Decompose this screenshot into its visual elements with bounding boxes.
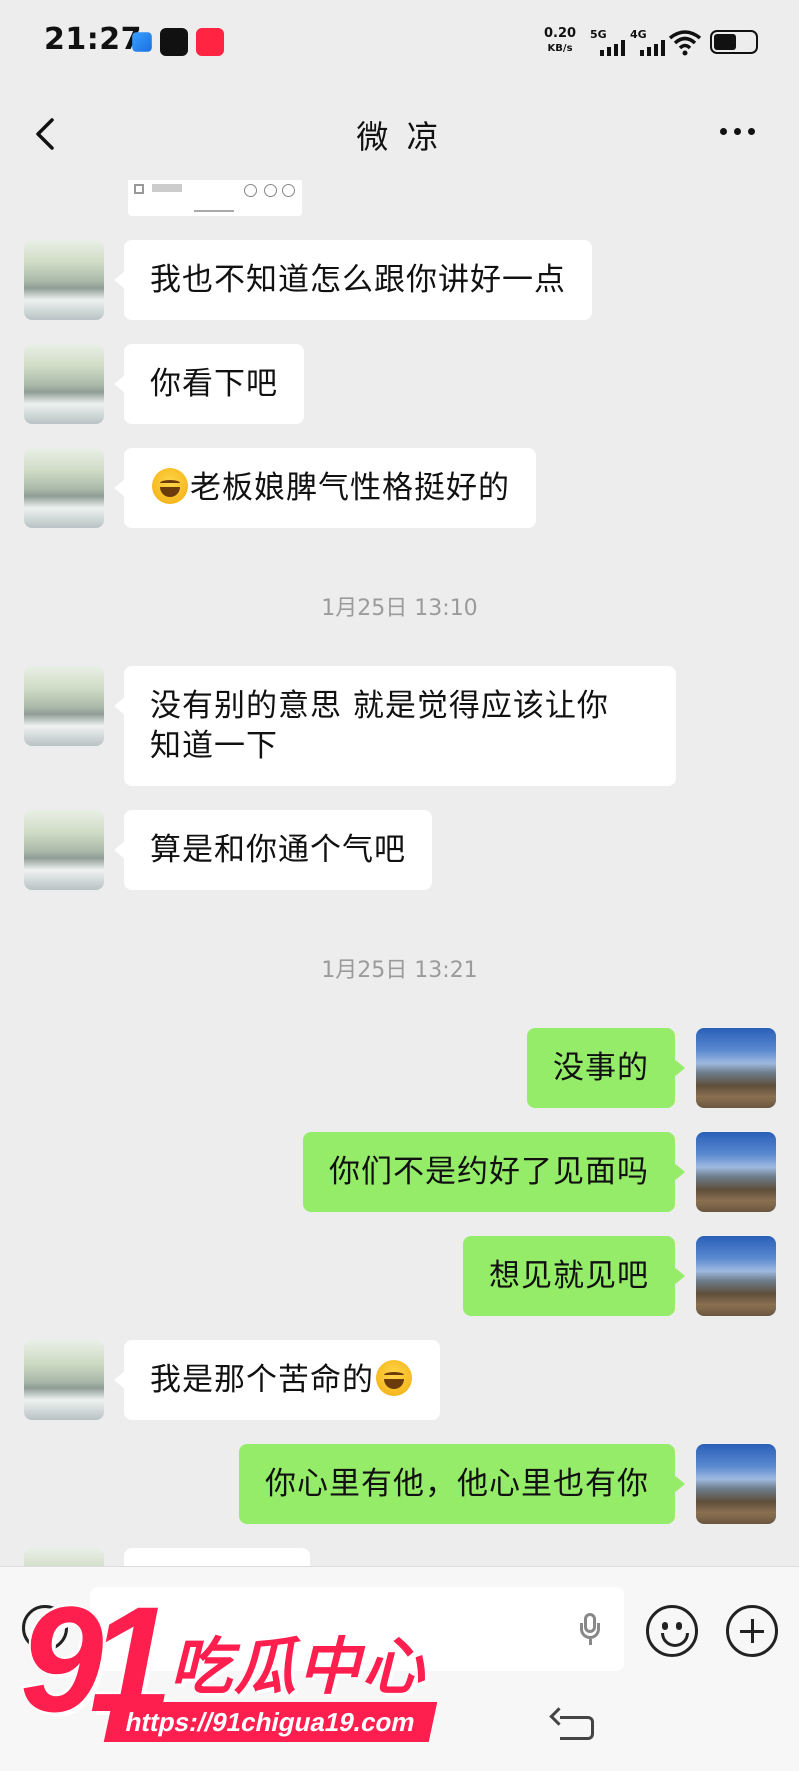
message-text: 你们不是约好了见面吗 <box>329 1154 649 1190</box>
message-text: 算是和你通个气吧 <box>150 832 406 868</box>
message-timestamp: 1月25日 13:21 <box>321 958 478 983</box>
message-text: 没有别的意思 就是觉得应该让你 <box>150 688 609 724</box>
contact-avatar[interactable] <box>24 1548 104 1566</box>
network-speed-unit: KB/s <box>547 43 573 54</box>
contact-avatar[interactable] <box>24 1340 104 1420</box>
watermark-url: https://91chigua19.com <box>103 1702 438 1742</box>
app-notification-icon <box>132 32 152 52</box>
contact-avatar[interactable] <box>24 810 104 890</box>
message-text: 想见就见吧 <box>489 1258 649 1294</box>
more-options-button[interactable] <box>720 128 755 135</box>
my-avatar[interactable] <box>696 1028 776 1108</box>
qr-icon <box>134 184 144 194</box>
contact-avatar[interactable] <box>24 240 104 320</box>
message-text: 你看下吧 <box>150 366 278 402</box>
message-text: 我是那个苦命的 <box>150 1362 374 1398</box>
message-timestamp: 1月25日 13:10 <box>321 596 478 621</box>
message-text: 知道一下 <box>150 728 278 764</box>
message-bubble[interactable]: 没有别的意思 就是觉得应该让你 知道一下 <box>114 666 676 786</box>
xiaohongshu-icon <box>196 28 224 56</box>
message-bubble[interactable]: 我也不知道怎么跟你讲好一点 <box>114 240 592 320</box>
message-bubble[interactable]: 老板娘脾气性格挺好的 <box>114 448 536 528</box>
message-bubble[interactable]: 没事的 <box>527 1028 685 1108</box>
message-text: 我也不知道怎么跟你讲好一点 <box>150 262 566 298</box>
laughing-emoji-icon <box>376 1360 412 1396</box>
message-bubble[interactable] <box>124 1548 310 1566</box>
circle-icon <box>244 184 257 197</box>
microphone-icon[interactable] <box>580 1613 600 1645</box>
more-functions-button[interactable] <box>726 1605 778 1657</box>
laughing-emoji-icon <box>152 468 188 504</box>
message-bubble[interactable]: 你们不是约好了见面吗 <box>303 1132 685 1212</box>
my-avatar[interactable] <box>696 1236 776 1316</box>
circle-icon <box>282 184 295 197</box>
status-bar: 21:27 0.20 KB/s 5G 4G <box>0 0 799 84</box>
message-bubble[interactable]: 算是和你通个气吧 <box>114 810 432 890</box>
message-text: 老板娘脾气性格挺好的 <box>190 470 510 506</box>
my-avatar[interactable] <box>696 1444 776 1524</box>
message-bubble[interactable]: 你心里有他，他心里也有你 <box>239 1444 685 1524</box>
network-speed-value: 0.20 <box>544 26 577 41</box>
message-text: 你心里有他，他心里也有你 <box>265 1466 649 1502</box>
chat-header: 微 凉 <box>0 84 799 184</box>
tiktok-icon <box>160 28 188 56</box>
contact-avatar[interactable] <box>24 344 104 424</box>
watermark-logo: 91 吃瓜中心 https://91chigua19.com <box>20 1584 440 1758</box>
network-speed: 0.20 KB/s <box>544 26 576 56</box>
watermark-text: 吃瓜中心 <box>170 1630 427 1703</box>
contact-avatar[interactable] <box>24 448 104 528</box>
battery-icon <box>710 30 758 54</box>
chat-message-list[interactable]: 我也不知道怎么跟你讲好一点 你看下吧 老板娘脾气性格挺好的 1月25日 13:1… <box>0 180 799 1566</box>
my-avatar[interactable] <box>696 1132 776 1212</box>
circle-icon <box>264 184 277 197</box>
message-bubble[interactable]: 我是那个苦命的 <box>114 1340 440 1420</box>
emoji-button[interactable] <box>646 1605 698 1657</box>
system-back-icon[interactable] <box>560 1716 594 1740</box>
chat-title: 微 凉 <box>356 118 443 156</box>
clock: 21:27 <box>44 22 142 57</box>
message-bubble[interactable]: 你看下吧 <box>114 344 304 424</box>
message-bubble[interactable]: 想见就见吧 <box>463 1236 685 1316</box>
contact-avatar[interactable] <box>24 666 104 746</box>
message-text: 没事的 <box>553 1050 649 1086</box>
card-text <box>152 184 182 192</box>
card-divider <box>194 210 234 212</box>
wifi-icon <box>668 30 702 56</box>
previous-image-card[interactable] <box>128 180 302 216</box>
